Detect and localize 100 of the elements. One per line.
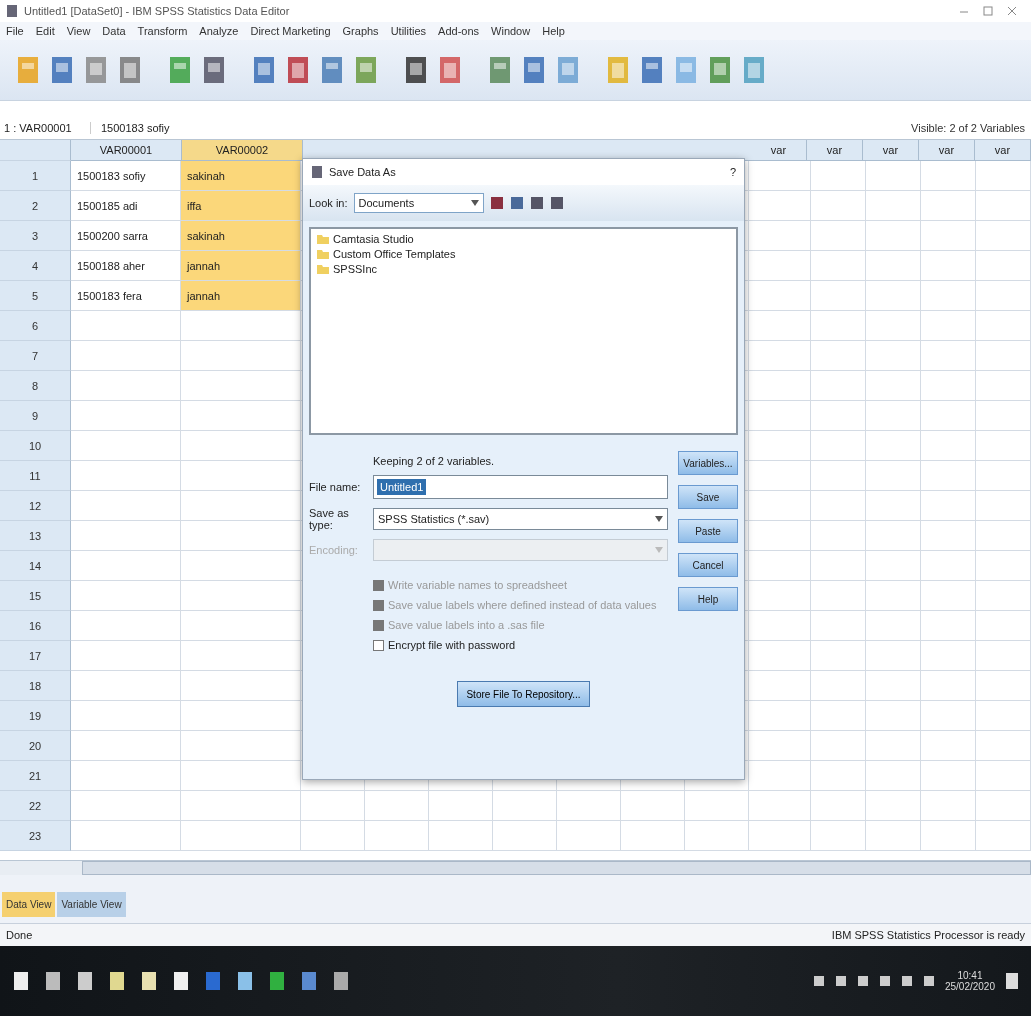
processor-status: IBM SPSS Statistics Processor is ready <box>831 929 1025 941</box>
row-number[interactable]: 3 <box>0 221 71 251</box>
empty-cell <box>921 671 976 701</box>
help-button[interactable]: ? <box>729 166 736 178</box>
row-number[interactable]: 10 <box>0 431 71 461</box>
folder-item[interactable]: Camtasia Studio <box>317 233 730 245</box>
row-number[interactable]: 7 <box>0 341 71 371</box>
notification-icon[interactable] <box>1005 971 1019 991</box>
table-cell: sakinah <box>181 221 301 251</box>
tray-icon[interactable] <box>856 974 869 988</box>
clock-date[interactable]: 25/02/2020 <box>944 981 995 992</box>
menu-item[interactable]: Edit <box>35 25 55 37</box>
menu-item[interactable]: Help <box>542 25 565 37</box>
empty-cell <box>921 191 976 221</box>
row-number[interactable]: 12 <box>0 491 71 521</box>
dialog-button[interactable]: Cancel <box>678 553 738 577</box>
menu-item[interactable]: Graphs <box>342 25 379 37</box>
empty-cell <box>976 821 1031 851</box>
row-number[interactable]: 15 <box>0 581 71 611</box>
row-number[interactable]: 23 <box>0 821 71 851</box>
row-number[interactable]: 9 <box>0 401 71 431</box>
tray-icon[interactable] <box>878 974 891 988</box>
repository-button[interactable]: Store File To Repository... <box>457 681 590 707</box>
empty-cell <box>976 671 1031 701</box>
taskbar-app-icon[interactable] <box>268 969 286 993</box>
menu-item[interactable]: Add-ons <box>438 25 480 37</box>
column-header[interactable]: var <box>751 140 807 161</box>
tray-icon[interactable] <box>900 974 913 988</box>
tray-icon[interactable] <box>834 974 847 988</box>
row-number[interactable]: 5 <box>0 281 71 311</box>
start-icon[interactable] <box>12 969 30 993</box>
save-type-dropdown[interactable]: SPSS Statistics (*.sav) <box>373 508 668 530</box>
empty-cell <box>921 761 976 791</box>
row-number[interactable]: 20 <box>0 731 71 761</box>
row-number[interactable]: 18 <box>0 671 71 701</box>
row-number[interactable]: 17 <box>0 641 71 671</box>
view-tab[interactable]: Data View <box>2 892 56 917</box>
dialog-button[interactable]: Paste <box>678 519 738 543</box>
row-number[interactable]: 4 <box>0 251 71 281</box>
menu-item[interactable]: Window <box>491 25 531 37</box>
column-header[interactable]: var <box>807 140 863 161</box>
menu-item[interactable]: Data <box>102 25 126 37</box>
tray-icon[interactable] <box>922 974 935 988</box>
empty-cell <box>866 791 921 821</box>
column-header[interactable]: VAR00002 <box>182 140 303 161</box>
empty-cell <box>811 641 866 671</box>
column-header[interactable]: var <box>975 140 1031 161</box>
row-number[interactable]: 16 <box>0 611 71 641</box>
empty-cell <box>866 281 921 311</box>
row-number[interactable]: 22 <box>0 791 71 821</box>
folder-item[interactable]: Custom Office Templates <box>317 248 730 260</box>
caret-icon[interactable] <box>470 200 479 206</box>
corner-cell[interactable] <box>0 140 71 161</box>
taskbar-app-icon[interactable] <box>172 969 190 993</box>
file-name-field[interactable]: Untitled1 <box>373 475 668 499</box>
maximize-icon[interactable] <box>983 6 993 16</box>
dialog-button[interactable]: Variables... <box>678 451 738 475</box>
row-number[interactable]: 6 <box>0 311 71 341</box>
row-number[interactable]: 11 <box>0 461 71 491</box>
menu-item[interactable]: View <box>66 25 91 37</box>
dialog-button[interactable]: Help <box>678 587 738 611</box>
folder-item[interactable]: SPSSInc <box>317 263 730 275</box>
empty-cell <box>866 521 921 551</box>
menu-item[interactable]: Utilities <box>390 25 427 37</box>
row-number[interactable]: 2 <box>0 191 71 221</box>
empty-cell <box>866 611 921 641</box>
empty-cell <box>921 341 976 371</box>
search-icon[interactable] <box>44 969 62 993</box>
close-icon[interactable] <box>1007 6 1017 16</box>
row-number[interactable]: 1 <box>0 161 71 191</box>
empty-cell <box>811 731 866 761</box>
row-number[interactable]: 13 <box>0 521 71 551</box>
empty-cell <box>811 551 866 581</box>
column-header[interactable]: VAR00001 <box>71 140 182 161</box>
view-tab[interactable]: Variable View <box>57 892 126 917</box>
menu-item[interactable]: Analyze <box>199 25 239 37</box>
taskbar-app-icon[interactable] <box>108 969 126 993</box>
menu-item[interactable]: Transform <box>137 25 188 37</box>
taskbar-app-icon[interactable] <box>76 969 94 993</box>
taskbar-app-icon[interactable] <box>236 969 254 993</box>
empty-cell <box>976 431 1031 461</box>
row-number[interactable]: 19 <box>0 701 71 731</box>
tray-icon[interactable] <box>812 974 825 988</box>
scrollbar-thumb[interactable] <box>82 861 1031 875</box>
menu-item[interactable]: Direct Marketing <box>250 25 331 37</box>
taskbar-app-icon[interactable] <box>332 969 350 993</box>
column-header[interactable]: var <box>919 140 975 161</box>
option-checkbox[interactable]: Encrypt file with password <box>373 639 668 651</box>
column-header[interactable]: var <box>863 140 919 161</box>
look-in-dropdown[interactable]: Documents <box>353 193 484 213</box>
menu-item[interactable]: File <box>6 25 24 37</box>
dialog-button[interactable]: Save <box>678 485 738 509</box>
cell-editor-value[interactable]: 1500183 sofiy <box>91 122 912 134</box>
taskbar-app-icon[interactable] <box>140 969 158 993</box>
clock-time[interactable]: 10:41 <box>957 970 983 981</box>
empty-cell <box>976 641 1031 671</box>
row-number[interactable]: 21 <box>0 761 71 791</box>
row-number[interactable]: 14 <box>0 551 71 581</box>
row-number[interactable]: 8 <box>0 371 71 401</box>
empty-cell <box>866 341 921 371</box>
